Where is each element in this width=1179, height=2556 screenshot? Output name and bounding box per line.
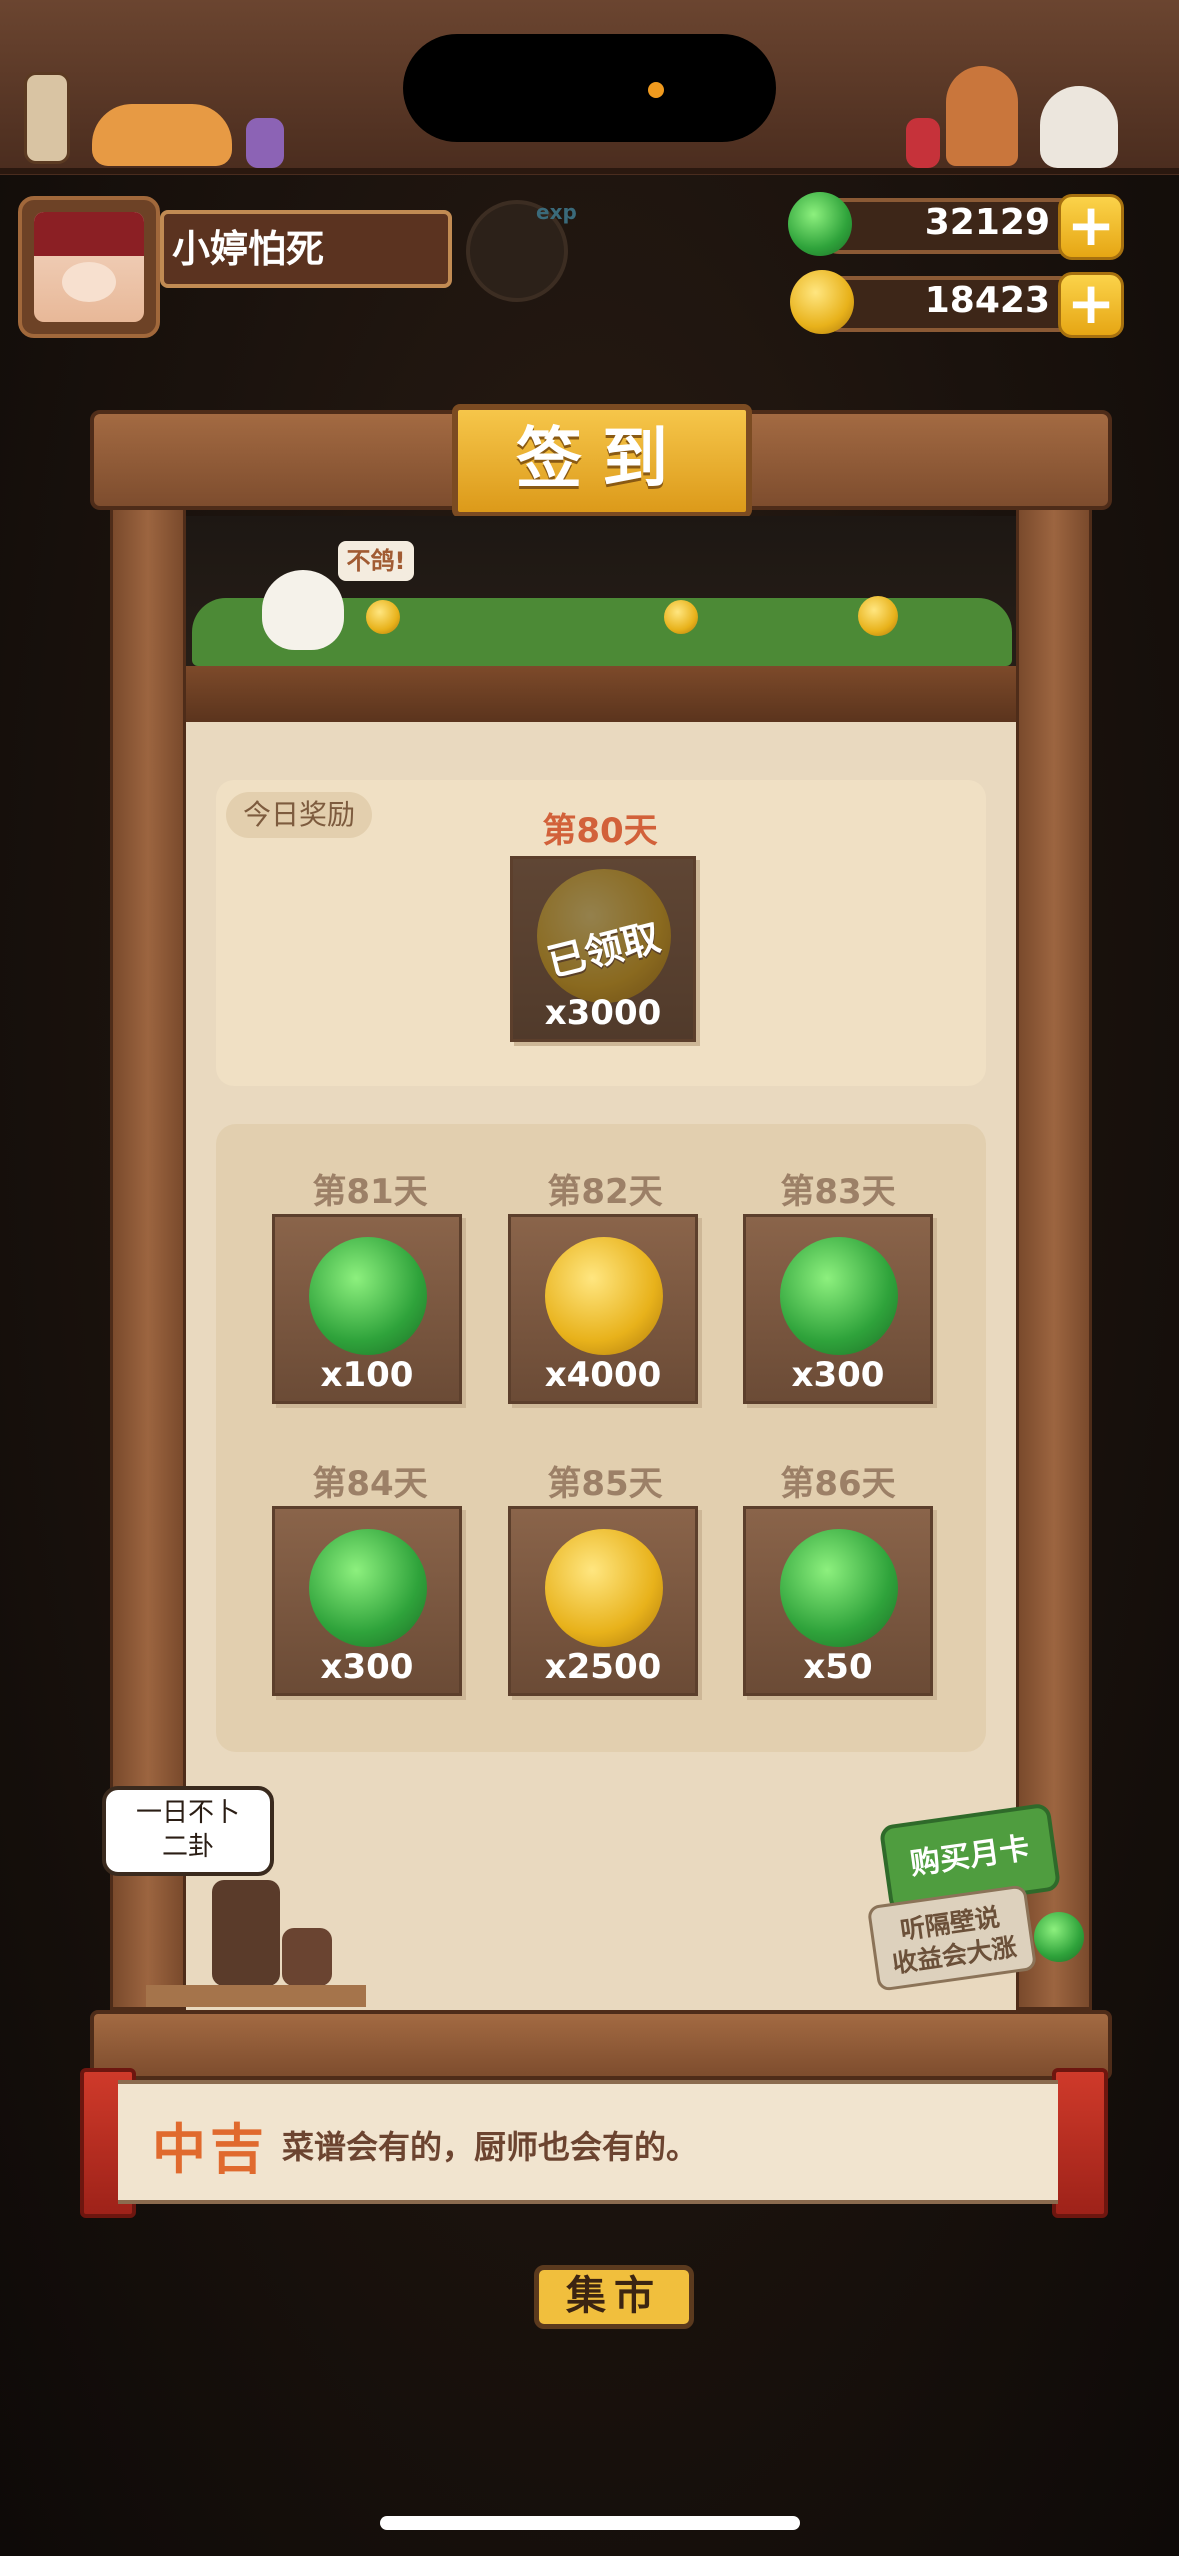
- dynamic-island: [403, 34, 776, 142]
- coin-value: 18423: [924, 280, 1050, 321]
- jade-value: 32129: [924, 202, 1050, 243]
- reward-amount: x50: [803, 1647, 873, 1687]
- today-reward-tag: 今日奖励: [226, 792, 372, 838]
- coin-icon: [545, 1237, 663, 1355]
- right-post: [1016, 500, 1092, 2010]
- reward-tile-day-84[interactable]: x300: [272, 1506, 462, 1696]
- coin-decoration-icon: [664, 600, 698, 634]
- exp-label: exp: [536, 200, 577, 224]
- red-lantern-icon: [906, 118, 940, 168]
- avatar[interactable]: [34, 212, 144, 322]
- reward-amount: x2500: [544, 1647, 662, 1687]
- day-label: 第81天: [312, 1172, 428, 1212]
- board-ledge: [186, 666, 1016, 722]
- speech-line-2: 二卦: [161, 1832, 214, 1862]
- fortune-level: 中吉: [152, 2118, 268, 2181]
- reward-tile-day-83[interactable]: x300: [743, 1214, 933, 1404]
- player-name: 小婷怕死: [160, 210, 452, 288]
- scroll-right-roll: [1052, 2068, 1108, 2218]
- purple-lantern-icon: [246, 118, 284, 168]
- reward-tile-day-81[interactable]: x100: [272, 1214, 462, 1404]
- home-indicator[interactable]: [380, 2516, 800, 2530]
- pigeon-icon: [262, 570, 344, 650]
- fortune-text: 菜谱会有的，厨师也会有的。: [282, 2128, 699, 2166]
- today-day-label: 第80天: [542, 811, 658, 851]
- day-label: 第84天: [312, 1464, 428, 1504]
- jade-icon: [309, 1237, 427, 1355]
- cat-sleeping-icon: [92, 104, 232, 166]
- jade-icon: [309, 1529, 427, 1647]
- reward-amount: x100: [320, 1355, 414, 1395]
- white-cat-icon: [1040, 86, 1118, 168]
- signin-title: 签到: [452, 404, 752, 518]
- reward-amount: x300: [320, 1647, 414, 1687]
- shelf: [146, 1985, 366, 2007]
- today-reward-tile[interactable]: 已领取 x3000: [510, 856, 696, 1042]
- day-label: 第85天: [547, 1464, 663, 1504]
- day-label: 第83天: [780, 1172, 896, 1212]
- reward-amount: x300: [791, 1355, 885, 1395]
- jar-icon: [282, 1928, 332, 1986]
- left-post: [110, 500, 186, 2010]
- reward-tile-day-85[interactable]: x2500: [508, 1506, 698, 1696]
- bottom-beam: [90, 2010, 1112, 2080]
- add-coin-button[interactable]: +: [1058, 272, 1124, 338]
- pigeon-bubble: 不鸽!: [338, 541, 414, 581]
- jar-icon: [212, 1880, 280, 1986]
- add-jade-button[interactable]: +: [1058, 194, 1124, 260]
- coin-decoration-icon: [858, 596, 898, 636]
- coin-icon: [545, 1529, 663, 1647]
- reward-amount: x4000: [544, 1355, 662, 1395]
- character-icon: [946, 66, 1018, 166]
- coin-decoration-icon: [366, 600, 400, 634]
- jade-icon: [780, 1237, 898, 1355]
- jade-icon: [1034, 1912, 1084, 1962]
- camera-indicator: [648, 82, 664, 98]
- reward-tile-day-82[interactable]: x4000: [508, 1214, 698, 1404]
- top-bar-divider: [0, 168, 1179, 174]
- jade-icon: [780, 1529, 898, 1647]
- today-amount: x3000: [544, 993, 662, 1033]
- day-label: 第86天: [780, 1464, 896, 1504]
- day-label: 第82天: [547, 1172, 663, 1212]
- jade-icon: [788, 192, 852, 256]
- fortune-speech-bubble: 一日不卜 二卦: [102, 1786, 274, 1876]
- market-sign[interactable]: 集市: [534, 2265, 694, 2329]
- coin-icon: [790, 270, 854, 334]
- reward-tile-day-86[interactable]: x50: [743, 1506, 933, 1696]
- paw-scroll-icon: [24, 72, 70, 164]
- speech-line-1: 一日不卜: [135, 1798, 240, 1828]
